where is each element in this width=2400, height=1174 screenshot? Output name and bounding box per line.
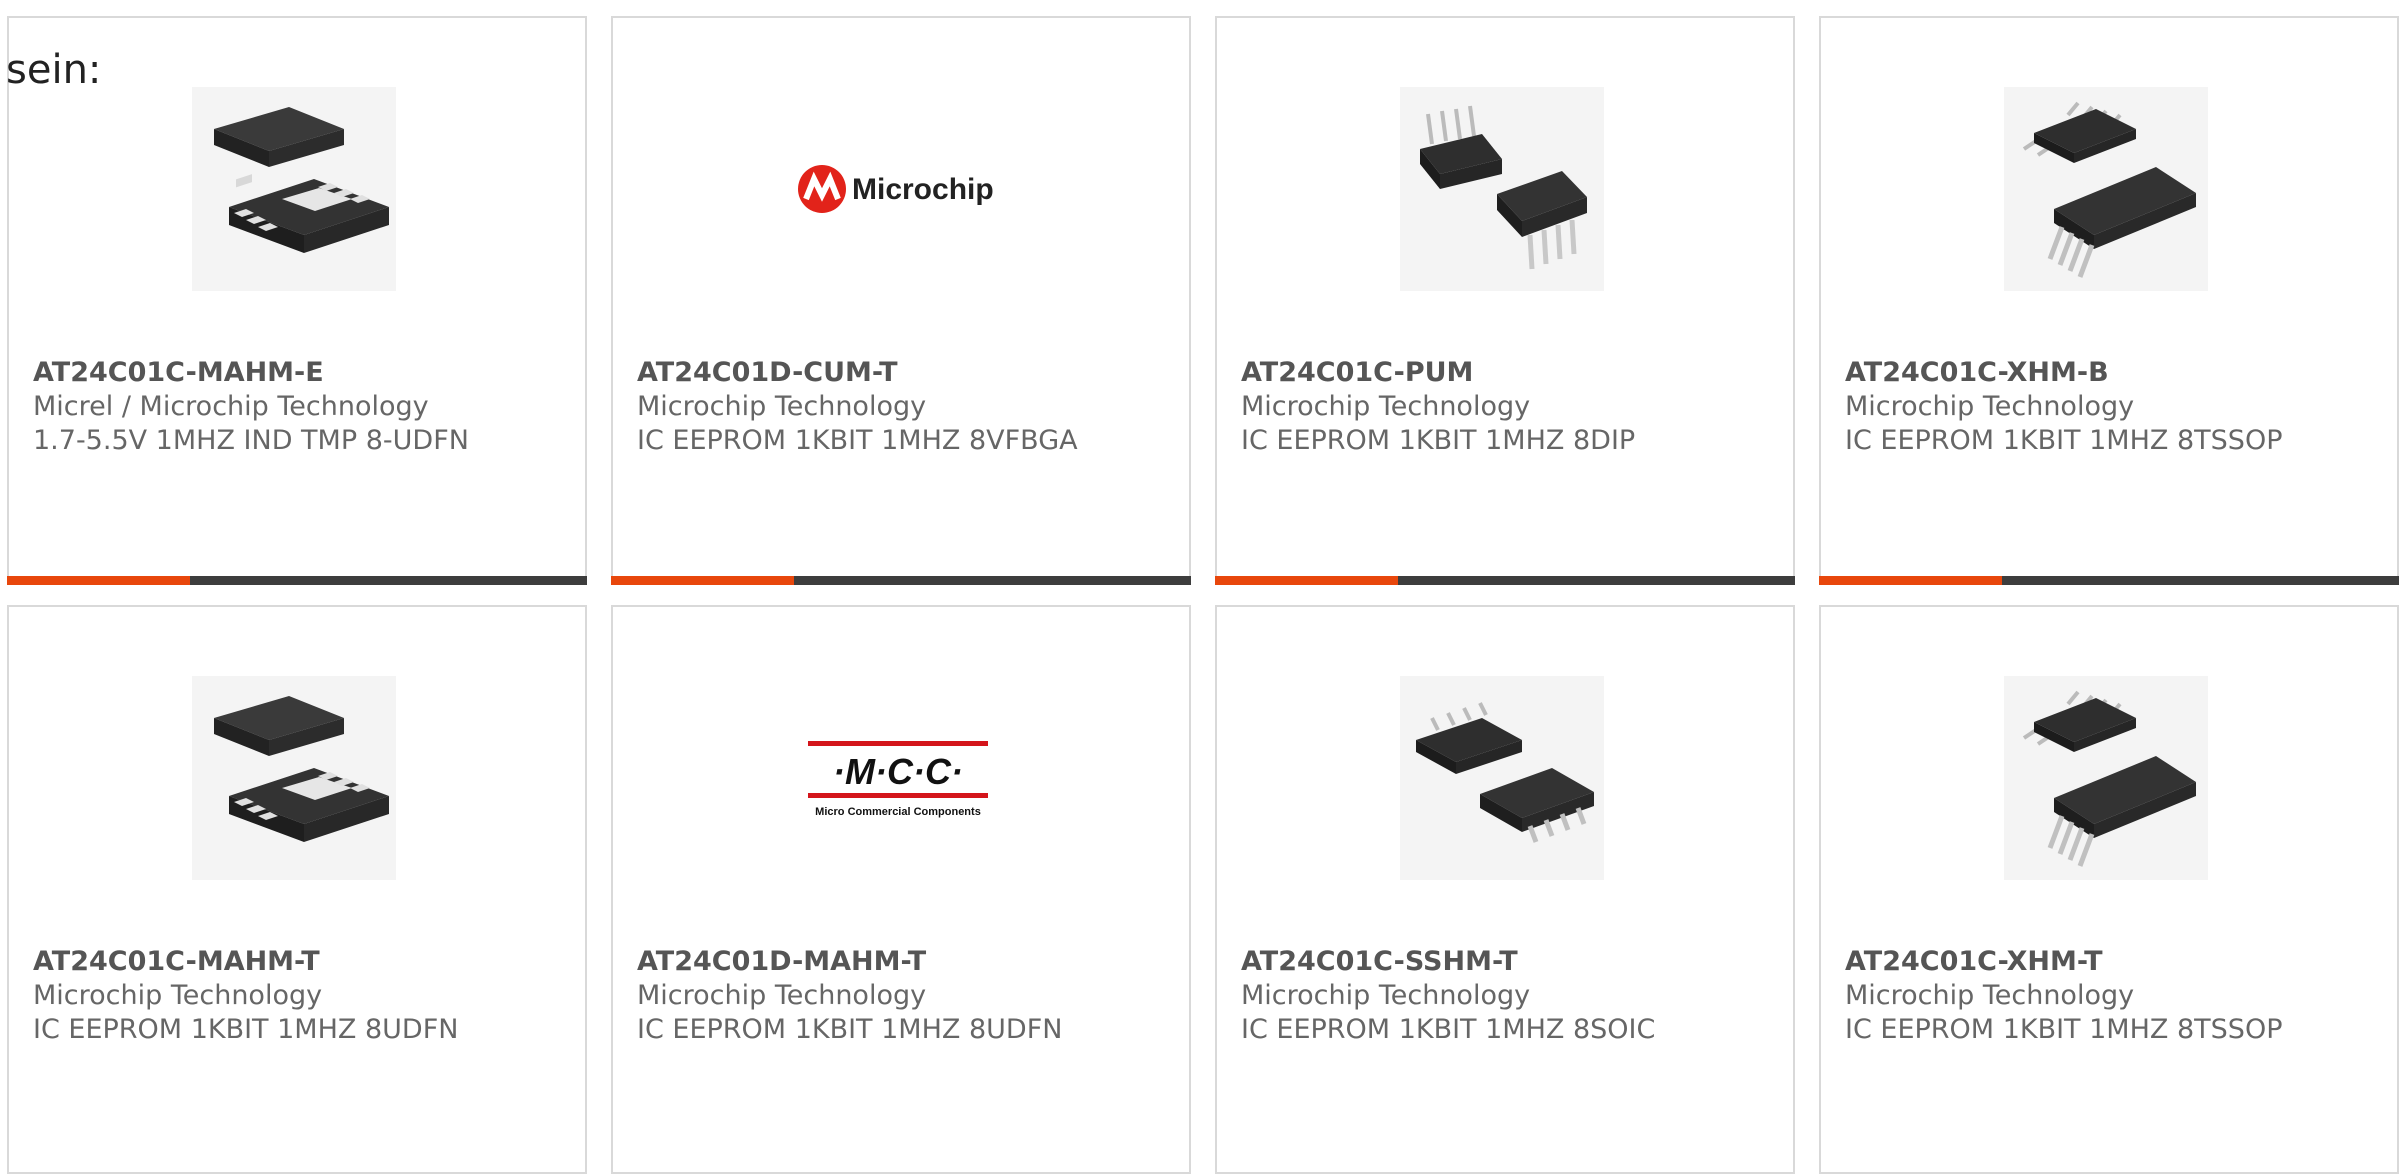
description: IC EEPROM 1KBIT 1MHZ 8VFBGA	[637, 425, 1078, 456]
description: 1.7-5.5V 1MHZ IND TMP 8-UDFN	[33, 425, 469, 456]
mcc-logo-text: ·M·C·C·	[833, 751, 963, 792]
mcc-logo: ·M·C·C· Micro Commercial Components	[796, 676, 1000, 880]
part-number-link[interactable]: AT24C01C-XHM-T	[1845, 945, 2381, 979]
card-bottom-bar	[7, 576, 587, 585]
product-card[interactable]: AT24C01C-XHM-T Microchip Technology IC E…	[1819, 605, 2399, 1174]
soic-package-icon	[1400, 676, 1604, 880]
tssop-package-icon	[2004, 676, 2208, 880]
description: IC EEPROM 1KBIT 1MHZ 8SOIC	[1241, 1014, 1656, 1045]
card-bottom-bar	[611, 576, 1191, 585]
product-card[interactable]: AT24C01C-MAHM-E Micrel / Microchip Techn…	[7, 16, 587, 585]
part-number-link[interactable]: AT24C01C-MAHM-T	[33, 945, 569, 979]
part-number-link[interactable]: AT24C01C-PUM	[1241, 356, 1777, 390]
microchip-logo-text: Microchip	[852, 173, 994, 206]
card-bar-accent	[611, 576, 794, 585]
description: IC EEPROM 1KBIT 1MHZ 8DIP	[1241, 425, 1636, 456]
card-bottom-bar	[1215, 576, 1795, 585]
manufacturer: Microchip Technology	[637, 391, 927, 422]
udfn-package-icon	[192, 676, 396, 880]
part-number-link[interactable]: AT24C01D-CUM-T	[637, 356, 1173, 390]
manufacturer: Microchip Technology	[1845, 980, 2135, 1011]
dip-package-icon	[1400, 87, 1604, 291]
product-info: AT24C01C-MAHM-T Microchip Technology IC …	[33, 945, 569, 1047]
part-number-link[interactable]: AT24C01C-MAHM-E	[33, 356, 569, 390]
product-info: AT24C01C-MAHM-E Micrel / Microchip Techn…	[33, 356, 569, 458]
product-info: AT24C01C-XHM-T Microchip Technology IC E…	[1845, 945, 2381, 1047]
intro-text: sein:	[6, 47, 102, 93]
product-info: AT24C01C-XHM-B Microchip Technology IC E…	[1845, 356, 2381, 458]
manufacturer: Micrel / Microchip Technology	[33, 391, 429, 422]
microchip-logo: Microchip	[796, 87, 1000, 291]
part-number-link[interactable]: AT24C01D-MAHM-T	[637, 945, 1173, 979]
description: IC EEPROM 1KBIT 1MHZ 8UDFN	[33, 1014, 459, 1045]
manufacturer: Microchip Technology	[1241, 980, 1531, 1011]
description: IC EEPROM 1KBIT 1MHZ 8TSSOP	[1845, 1014, 2283, 1045]
tssop-package-icon	[2004, 87, 2208, 291]
product-info: AT24C01C-SSHM-T Microchip Technology IC …	[1241, 945, 1777, 1047]
part-number-link[interactable]: AT24C01C-SSHM-T	[1241, 945, 1777, 979]
product-card[interactable]: AT24C01C-PUM Microchip Technology IC EEP…	[1215, 16, 1795, 585]
card-bar-accent	[1819, 576, 2002, 585]
manufacturer: Microchip Technology	[33, 980, 323, 1011]
product-card[interactable]: AT24C01C-SSHM-T Microchip Technology IC …	[1215, 605, 1795, 1174]
product-card[interactable]: AT24C01C-XHM-B Microchip Technology IC E…	[1819, 16, 2399, 585]
product-info: AT24C01C-PUM Microchip Technology IC EEP…	[1241, 356, 1777, 458]
manufacturer: Microchip Technology	[637, 980, 927, 1011]
card-bottom-bar	[1819, 576, 2399, 585]
product-card[interactable]: Microchip AT24C01D-CUM-T Microchip Techn…	[611, 16, 1191, 585]
manufacturer: Microchip Technology	[1241, 391, 1531, 422]
description: IC EEPROM 1KBIT 1MHZ 8UDFN	[637, 1014, 1063, 1045]
card-bar-accent	[1215, 576, 1398, 585]
part-number-link[interactable]: AT24C01C-XHM-B	[1845, 356, 2381, 390]
manufacturer: Microchip Technology	[1845, 391, 2135, 422]
card-bar-accent	[7, 576, 190, 585]
product-info: AT24C01D-MAHM-T Microchip Technology IC …	[637, 945, 1173, 1047]
product-grid: AT24C01C-MAHM-E Micrel / Microchip Techn…	[7, 16, 2399, 1174]
product-card[interactable]: ·M·C·C· Micro Commercial Components AT24…	[611, 605, 1191, 1174]
udfn-package-icon	[192, 87, 396, 291]
product-info: AT24C01D-CUM-T Microchip Technology IC E…	[637, 356, 1173, 458]
description: IC EEPROM 1KBIT 1MHZ 8TSSOP	[1845, 425, 2283, 456]
product-card[interactable]: AT24C01C-MAHM-T Microchip Technology IC …	[7, 605, 587, 1174]
mcc-logo-subtext: Micro Commercial Components	[815, 806, 981, 818]
